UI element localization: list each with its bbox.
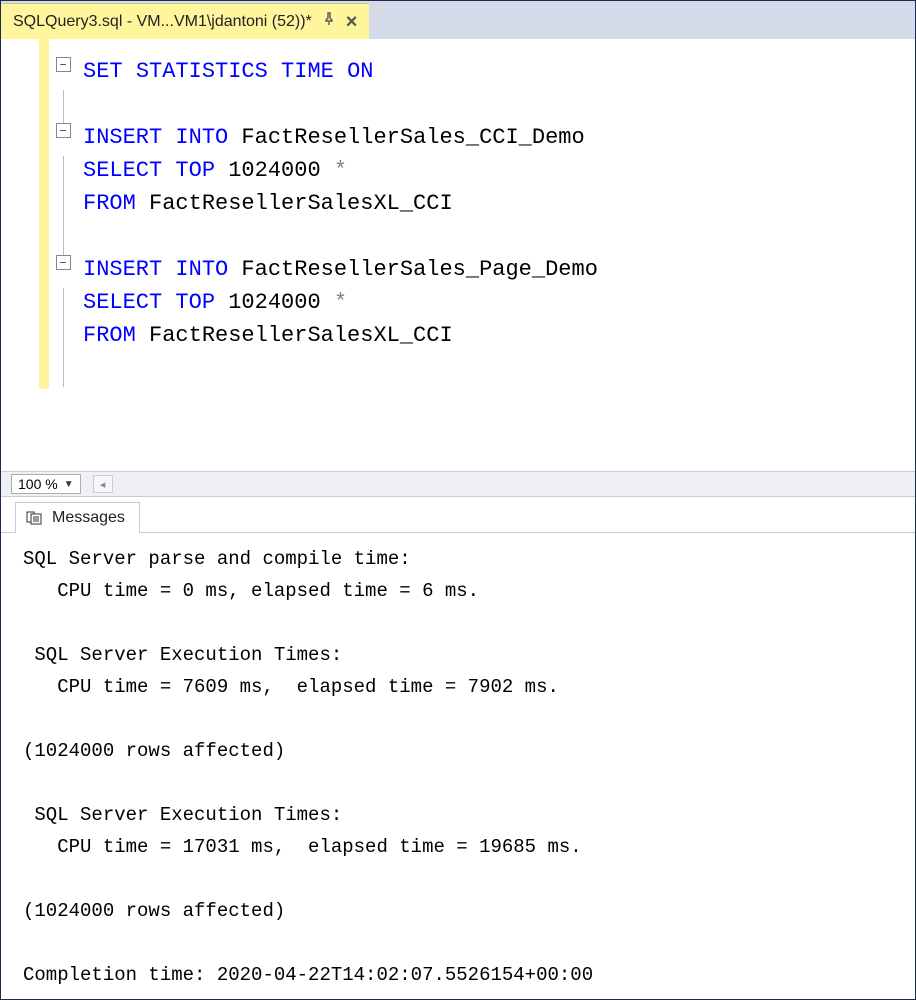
pin-icon[interactable] (322, 12, 336, 31)
code-line: SET STATISTICS TIME ON (83, 59, 373, 84)
message-line: CPU time = 0 ms, elapsed time = 6 ms. (23, 580, 479, 602)
sql-editor[interactable]: − − − SET STATISTICS TIME ON INSERT INTO… (1, 39, 915, 471)
chevron-down-icon: ▼ (64, 479, 74, 490)
message-line: SQL Server Execution Times: (23, 644, 342, 666)
message-line: CPU time = 7609 ms, elapsed time = 7902 … (23, 676, 559, 698)
document-tab-strip: SQLQuery3.sql - VM...VM1\jdantoni (52))*… (1, 1, 915, 39)
code-line: FROM FactResellerSalesXL_CCI (83, 323, 453, 348)
document-tab[interactable]: SQLQuery3.sql - VM...VM1\jdantoni (52))*… (1, 3, 369, 39)
messages-icon (26, 511, 44, 525)
tab-messages[interactable]: Messages (15, 502, 140, 533)
zoom-value: 100 % (18, 476, 58, 492)
scroll-left-button[interactable]: ◂ (93, 475, 113, 493)
code-line: INSERT INTO FactResellerSales_CCI_Demo (83, 125, 585, 150)
editor-window: SQLQuery3.sql - VM...VM1\jdantoni (52))*… (0, 0, 916, 1000)
code-line: SELECT TOP 1024000 * (83, 158, 347, 183)
code-line: SELECT TOP 1024000 * (83, 290, 347, 315)
fold-toggle[interactable]: − (56, 255, 71, 270)
message-line: SQL Server Execution Times: (23, 804, 342, 826)
fold-toggle[interactable]: − (56, 57, 71, 72)
results-tab-bar: Messages (1, 497, 915, 533)
zoom-bar: 100 % ▼ ◂ (1, 471, 915, 497)
tab-messages-label: Messages (52, 509, 125, 527)
message-line: CPU time = 17031 ms, elapsed time = 1968… (23, 836, 582, 858)
modified-indicator-bar (39, 39, 49, 389)
code-fold-gutter: − − − (49, 39, 77, 471)
code-line: FROM FactResellerSalesXL_CCI (83, 191, 453, 216)
message-line: (1024000 rows affected) (23, 900, 285, 922)
message-line: (1024000 rows affected) (23, 740, 285, 762)
code-text[interactable]: SET STATISTICS TIME ON INSERT INTO FactR… (77, 39, 598, 471)
zoom-dropdown[interactable]: 100 % ▼ (11, 474, 81, 494)
message-line: Completion time: 2020-04-22T14:02:07.552… (23, 964, 593, 986)
messages-output[interactable]: SQL Server parse and compile time: CPU t… (1, 533, 915, 991)
message-line: SQL Server parse and compile time: (23, 548, 422, 570)
document-tab-title: SQLQuery3.sql - VM...VM1\jdantoni (52))* (13, 13, 312, 31)
close-icon[interactable]: × (346, 12, 358, 32)
code-line: INSERT INTO FactResellerSales_Page_Demo (83, 257, 598, 282)
fold-toggle[interactable]: − (56, 123, 71, 138)
